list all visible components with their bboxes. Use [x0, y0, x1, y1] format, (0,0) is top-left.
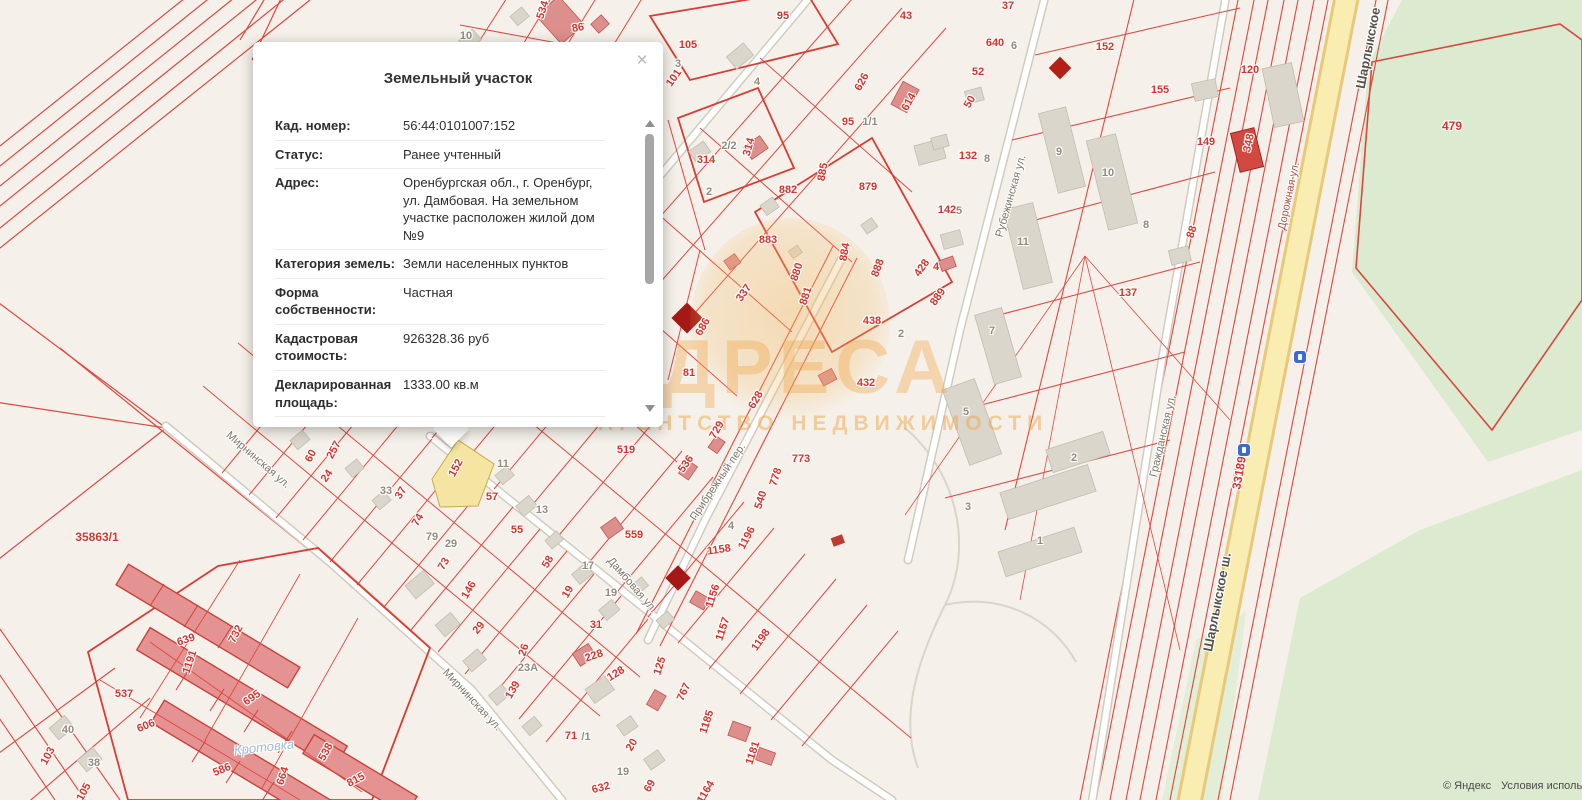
- popup-field-row: Адрес: Оренбургская обл., г. Оренбург, у…: [275, 169, 605, 250]
- popup-field-row: Статус: Ранее учтенный: [275, 141, 605, 170]
- field-value: 926328.36 руб: [403, 330, 605, 365]
- field-value: Оренбургская обл., г. Оренбург, ул. Дамб…: [403, 174, 605, 244]
- field-label: Форма собственности:: [275, 284, 403, 319]
- popup-field-row: Кад. номер: 56:44:0101007:152: [275, 112, 605, 141]
- field-value: Ранее учтенный: [403, 146, 605, 164]
- popup-fields: Кад. номер: 56:44:0101007:152 Статус: Ра…: [275, 112, 605, 417]
- parcel-info-popup: × Земельный участок Кад. номер: 56:44:01…: [253, 42, 663, 427]
- field-label: Статус:: [275, 146, 403, 164]
- scroll-down-icon[interactable]: [645, 405, 655, 412]
- field-value: 56:44:0101007:152: [403, 117, 605, 135]
- field-value: Земли населенных пунктов: [403, 255, 605, 273]
- scrollbar-thumb[interactable]: [645, 134, 654, 284]
- map-attribution: © Яндекс Условия исполь: [1443, 780, 1582, 792]
- scroll-up-icon[interactable]: [645, 120, 655, 127]
- terms-link[interactable]: Условия исполь: [1501, 780, 1582, 792]
- popup-field-row: Декларированная площадь: 1333.00 кв.м: [275, 371, 605, 417]
- popup-scrollbar[interactable]: [644, 120, 655, 412]
- popup-field-row: Форма собственности: Частная: [275, 279, 605, 325]
- popup-field-row: Кадастровая стоимость: 926328.36 руб: [275, 325, 605, 371]
- field-label: Адрес:: [275, 174, 403, 244]
- field-label: Кадастровая стоимость:: [275, 330, 403, 365]
- field-value: Частная: [403, 284, 605, 319]
- field-label: Кад. номер:: [275, 117, 403, 135]
- field-value: 1333.00 кв.м: [403, 376, 605, 411]
- copyright-text[interactable]: © Яндекс: [1443, 780, 1491, 792]
- cadastral-map-app: АДРЕСА АГЕНТСТВО НЕДВИЖИМОСТИ 5348610105…: [0, 0, 1582, 800]
- map-canvas[interactable]: [0, 0, 1582, 800]
- field-label: Декларированная площадь:: [275, 376, 403, 411]
- close-icon[interactable]: ×: [633, 52, 651, 70]
- popup-field-row: Категория земель: Земли населенных пункт…: [275, 250, 605, 279]
- field-label: Категория земель:: [275, 255, 403, 273]
- popup-title: Земельный участок: [253, 70, 663, 87]
